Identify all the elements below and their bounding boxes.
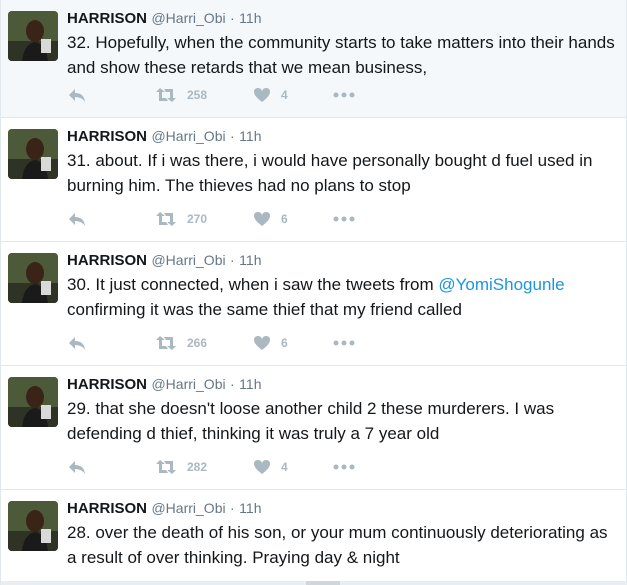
- like-button[interactable]: 4: [253, 87, 333, 103]
- tweet[interactable]: HARRISON @Harri_Obi · 11h 31. about. If …: [1, 118, 626, 242]
- tweet-timestamp[interactable]: 11h: [239, 500, 261, 516]
- user-fullname[interactable]: HARRISON: [67, 10, 147, 27]
- more-dots-icon: [333, 92, 355, 98]
- avatar-image: [8, 11, 58, 61]
- reply-icon: [69, 213, 85, 226]
- tweet-timestamp[interactable]: 11h: [239, 128, 261, 144]
- avatar-image: [8, 501, 58, 551]
- reply-button[interactable]: [67, 459, 155, 475]
- tweet-text: 29. that she doesn't loose another child…: [67, 396, 615, 446]
- more-dots-icon: [333, 340, 355, 346]
- retweet-count: 270: [187, 212, 208, 226]
- tweet-text-part: 31. about. If i was there, i would have …: [67, 151, 593, 195]
- tweet-header: HARRISON @Harri_Obi · 11h: [67, 8, 616, 28]
- avatar[interactable]: [8, 501, 58, 551]
- tweet-text: 31. about. If i was there, i would have …: [67, 148, 615, 198]
- retweet-count: 258: [187, 88, 208, 102]
- more-button[interactable]: [333, 340, 363, 346]
- more-button[interactable]: [333, 464, 363, 470]
- tweet[interactable]: HARRISON @Harri_Obi · 11h 28. over the d…: [1, 490, 626, 585]
- user-handle[interactable]: @Harri_Obi: [151, 500, 225, 516]
- separator: ·: [230, 128, 235, 144]
- heart-icon: [254, 460, 270, 474]
- separator: ·: [230, 10, 235, 26]
- tweet-text: 30. It just connected, when i saw the tw…: [67, 272, 615, 322]
- retweet-button[interactable]: 266: [155, 335, 253, 351]
- tweet-header: HARRISON @Harri_Obi · 11h: [67, 250, 616, 270]
- tweet-actions: 270 6: [67, 209, 363, 229]
- tweet-timeline: HARRISON @Harri_Obi · 11h 32. Hopefully,…: [0, 0, 627, 585]
- tweet[interactable]: HARRISON @Harri_Obi · 11h 30. It just co…: [1, 242, 626, 366]
- user-handle[interactable]: @Harri_Obi: [151, 252, 225, 268]
- avatar[interactable]: [8, 253, 58, 303]
- avatar-image: [8, 129, 58, 179]
- heart-icon: [254, 212, 270, 226]
- tweet-text-part: 28. over the death of his son, or your m…: [67, 523, 608, 567]
- bottom-scroll-strip: [1, 581, 627, 585]
- avatar-image: [8, 377, 58, 427]
- tweet-actions: 266 6: [67, 333, 363, 353]
- tweet-text-part: 29. that she doesn't loose another child…: [67, 399, 555, 443]
- retweet-count: 266: [187, 336, 208, 350]
- like-count: 4: [281, 460, 288, 474]
- avatar[interactable]: [8, 11, 58, 61]
- more-dots-icon: [333, 464, 355, 470]
- retweet-button[interactable]: 270: [155, 211, 253, 227]
- like-count: 4: [281, 88, 288, 102]
- reply-icon: [69, 89, 85, 102]
- like-button[interactable]: 6: [253, 335, 333, 351]
- tweet-text: 28. over the death of his son, or your m…: [67, 520, 615, 570]
- tweet-text-part: 32. Hopefully, when the community starts…: [67, 33, 615, 77]
- user-handle[interactable]: @Harri_Obi: [151, 376, 225, 392]
- tweet-actions: 258 4: [67, 85, 363, 105]
- tweet-text: 32. Hopefully, when the community starts…: [67, 30, 615, 80]
- tweet-header: HARRISON @Harri_Obi · 11h: [67, 126, 616, 146]
- heart-icon: [254, 336, 270, 350]
- heart-icon: [254, 88, 270, 102]
- avatar[interactable]: [8, 129, 58, 179]
- separator: ·: [230, 376, 235, 392]
- reply-icon: [69, 461, 85, 474]
- retweet-icon: [156, 212, 176, 226]
- reply-button[interactable]: [67, 211, 155, 227]
- retweet-icon: [156, 88, 176, 102]
- tweet-header: HARRISON @Harri_Obi · 11h: [67, 374, 616, 394]
- retweet-button[interactable]: 282: [155, 459, 253, 475]
- retweet-icon: [156, 336, 176, 350]
- user-handle[interactable]: @Harri_Obi: [151, 128, 225, 144]
- like-count: 6: [281, 212, 288, 226]
- tweet-text-part: confirming it was the same thief that my…: [67, 300, 462, 319]
- reply-button[interactable]: [67, 335, 155, 351]
- like-count: 6: [281, 336, 288, 350]
- mention-link[interactable]: @YomiShogunle: [438, 275, 564, 294]
- reply-icon: [69, 337, 85, 350]
- tweet-header: HARRISON @Harri_Obi · 11h: [67, 498, 616, 518]
- user-fullname[interactable]: HARRISON: [67, 500, 147, 517]
- retweet-button[interactable]: 258: [155, 87, 253, 103]
- user-handle[interactable]: @Harri_Obi: [151, 10, 225, 26]
- tweet-text-part: 30. It just connected, when i saw the tw…: [67, 275, 439, 294]
- tweet-timestamp[interactable]: 11h: [239, 376, 261, 392]
- avatar-image: [8, 253, 58, 303]
- retweet-count: 282: [187, 460, 208, 474]
- retweet-icon: [156, 460, 176, 474]
- more-dots-icon: [333, 216, 355, 222]
- more-button[interactable]: [333, 92, 363, 98]
- user-fullname[interactable]: HARRISON: [67, 376, 147, 393]
- tweet[interactable]: HARRISON @Harri_Obi · 11h 29. that she d…: [1, 366, 626, 490]
- tweet-timestamp[interactable]: 11h: [239, 10, 261, 26]
- like-button[interactable]: 4: [253, 459, 333, 475]
- avatar[interactable]: [8, 377, 58, 427]
- like-button[interactable]: 6: [253, 211, 333, 227]
- user-fullname[interactable]: HARRISON: [67, 252, 147, 269]
- separator: ·: [230, 252, 235, 268]
- more-button[interactable]: [333, 216, 363, 222]
- scroll-indicator[interactable]: [306, 581, 340, 585]
- reply-button[interactable]: [67, 87, 155, 103]
- tweet[interactable]: HARRISON @Harri_Obi · 11h 32. Hopefully,…: [1, 0, 626, 118]
- separator: ·: [230, 500, 235, 516]
- tweet-actions: 282 4: [67, 457, 363, 477]
- user-fullname[interactable]: HARRISON: [67, 128, 147, 145]
- tweet-timestamp[interactable]: 11h: [239, 252, 261, 268]
